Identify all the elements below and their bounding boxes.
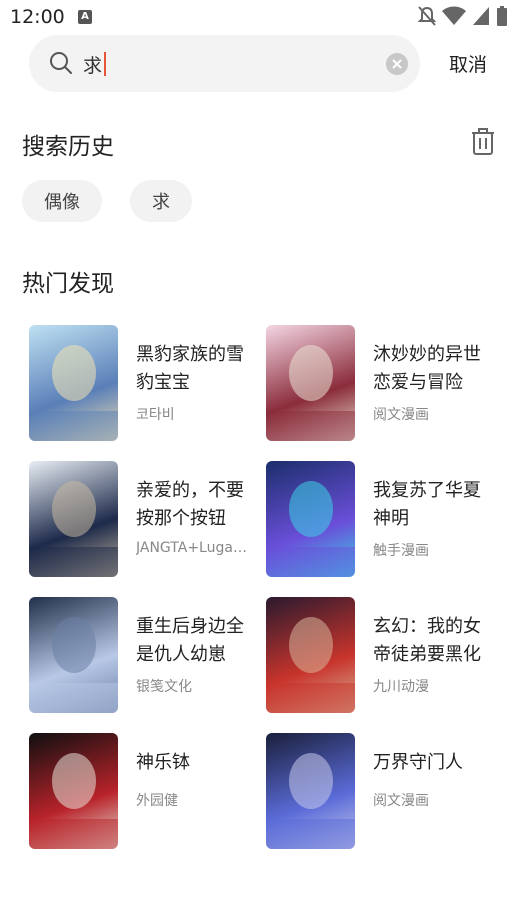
- comic-cover[interactable]: [29, 733, 118, 849]
- cover-band: [266, 411, 355, 441]
- cover-band: [266, 547, 355, 577]
- text-cursor: [104, 52, 107, 76]
- hot-discover-title: 热门发现: [22, 271, 114, 297]
- comic-title[interactable]: 我复苏了华夏神明: [373, 477, 493, 533]
- comic-author: JANGTA+Luga+…: [136, 540, 256, 556]
- cover-figure: [289, 481, 333, 537]
- search-bar[interactable]: 求: [29, 35, 420, 92]
- history-tag[interactable]: 偶像: [22, 180, 102, 222]
- cover-figure: [52, 617, 96, 673]
- cover-figure: [52, 481, 96, 537]
- comic-title[interactable]: 万界守门人: [373, 749, 493, 777]
- clear-search-icon[interactable]: [386, 53, 408, 75]
- comic-title[interactable]: 沐妙妙的异世恋爱与冒险: [373, 341, 493, 397]
- comic-cover[interactable]: [29, 597, 118, 713]
- cover-art: [29, 617, 118, 713]
- cover-figure: [289, 753, 333, 809]
- cover-band: [29, 819, 118, 849]
- comic-card[interactable]: 重生后身边全是仇人幼崽银笺文化: [29, 597, 266, 713]
- notifications-off-icon: [418, 6, 436, 26]
- comic-card[interactable]: 万界守门人 阅文漫画: [266, 733, 499, 849]
- battery-icon: [497, 6, 507, 26]
- comic-author: 九川动漫: [373, 679, 429, 695]
- app-notification-icon: A: [78, 10, 92, 24]
- comic-card[interactable]: 我复苏了华夏神明触手漫画: [266, 461, 499, 577]
- cover-band: [266, 683, 355, 713]
- cover-figure: [289, 345, 333, 401]
- cover-figure: [52, 345, 96, 401]
- comic-title[interactable]: 黑豹家族的雪豹宝宝: [136, 341, 256, 397]
- trash-icon[interactable]: [470, 128, 496, 156]
- history-tags: 偶像 求: [22, 180, 192, 222]
- comic-cover[interactable]: [29, 325, 118, 441]
- comic-title[interactable]: 重生后身边全是仇人幼崽: [136, 613, 256, 669]
- comic-title[interactable]: 玄幻：我的女帝徒弟要黑化: [373, 613, 493, 669]
- history-tag[interactable]: 求: [130, 180, 192, 222]
- cover-art: [266, 617, 355, 713]
- comic-card[interactable]: 沐妙妙的异世恋爱与冒险阅文漫画: [266, 325, 499, 441]
- cover-band: [29, 683, 118, 713]
- search-history-title: 搜索历史: [22, 134, 114, 160]
- search-input[interactable]: 求: [83, 51, 373, 77]
- comic-cover[interactable]: [266, 733, 355, 849]
- cancel-button[interactable]: 取消: [449, 50, 487, 77]
- cover-art: [266, 345, 355, 441]
- cover-band: [29, 411, 118, 441]
- wifi-icon: [442, 6, 466, 25]
- comic-cover[interactable]: [266, 597, 355, 713]
- comic-cover[interactable]: [29, 461, 118, 577]
- comic-author: 银笺文化: [136, 679, 192, 695]
- cover-art: [29, 481, 118, 577]
- comic-card[interactable]: 神乐钵 外园健: [29, 733, 266, 849]
- cellular-signal-icon: [473, 7, 489, 25]
- comic-title[interactable]: 神乐钵: [136, 749, 256, 777]
- comic-card[interactable]: 玄幻：我的女帝徒弟要黑化九川动漫: [266, 597, 499, 713]
- cover-art: [29, 345, 118, 441]
- comic-author: 触手漫画: [373, 543, 429, 559]
- comic-card[interactable]: 亲爱的，不要按那个按钮 JANGTA+Luga+…: [29, 461, 266, 577]
- comic-card[interactable]: 黑豹家族的雪豹宝宝 코타비: [29, 325, 266, 441]
- cover-art: [266, 481, 355, 577]
- search-icon: [50, 52, 72, 74]
- comic-author: 外园健: [136, 793, 178, 809]
- cover-band: [266, 819, 355, 849]
- comic-cover[interactable]: [266, 325, 355, 441]
- cover-art: [29, 753, 118, 849]
- cover-figure: [52, 753, 96, 809]
- comic-grid: 黑豹家族的雪豹宝宝 코타비 沐妙妙的异世恋爱与冒险阅文漫画 亲爱的，不要按那个按钮…: [29, 325, 499, 849]
- search-query-text: 求: [83, 54, 103, 77]
- comic-title[interactable]: 亲爱的，不要按那个按钮: [136, 477, 256, 533]
- status-icons: [418, 6, 508, 26]
- cover-band: [29, 547, 118, 577]
- comic-author: 阅文漫画: [373, 793, 429, 809]
- cover-figure: [289, 617, 333, 673]
- comic-author: 코타비: [136, 407, 175, 423]
- status-bar: 12:00 A: [0, 0, 518, 34]
- status-time: 12:00: [10, 6, 65, 28]
- cover-art: [266, 753, 355, 849]
- comic-cover[interactable]: [266, 461, 355, 577]
- comic-author: 阅文漫画: [373, 407, 429, 423]
